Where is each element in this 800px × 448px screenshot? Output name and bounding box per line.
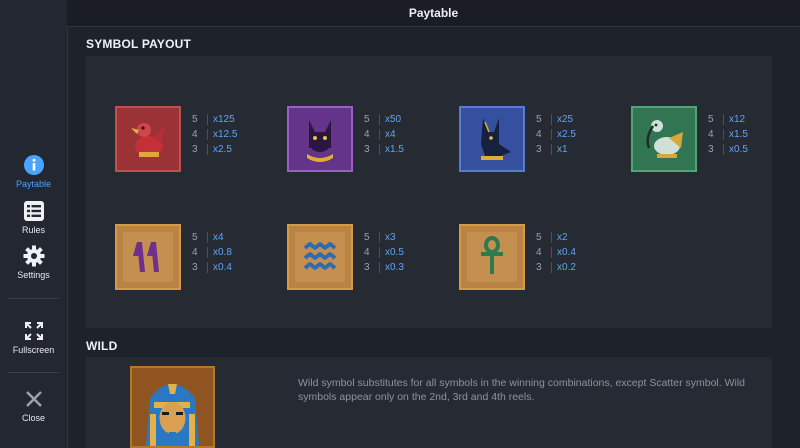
sidebar-item-rules[interactable]: Rules [0, 200, 67, 235]
close-icon [23, 388, 45, 410]
wild-description: Wild symbol substitutes for all symbols … [298, 377, 746, 403]
symbol-entry: 5 x12 4 x1.5 3 x0.5 [631, 106, 748, 172]
payout-list: 5 x50 4 x4 3 x1.5 [364, 112, 404, 157]
payout-row: 3 x0.3 [364, 262, 404, 273]
blue-anubis-symbol [459, 106, 525, 172]
page-title: Paytable [408, 6, 459, 20]
sidebar-item-settings[interactable]: Settings [0, 245, 67, 280]
sidebar-item-label: Fullscreen [12, 345, 55, 355]
payout-row: 5 x2 [536, 232, 568, 243]
sidebar-item-close[interactable]: Close [0, 388, 67, 423]
symbol-entry: 5 x3 4 x0.5 3 x0.3 [287, 224, 404, 290]
payout-list: 5 x2 4 x0.4 3 x0.2 [536, 230, 576, 275]
payout-row: 4 x0.4 [536, 247, 576, 258]
payout-row: 4 x2.5 [536, 129, 576, 140]
payout-row: 4 x0.8 [192, 247, 232, 258]
feather-glyph-symbol [115, 224, 181, 290]
red-falcon-symbol [115, 106, 181, 172]
payout-list: 5 x3 4 x0.5 3 x0.3 [364, 230, 404, 275]
sidebar-item-label: Settings [17, 270, 50, 280]
list-icon [23, 200, 45, 222]
symbol-entry: 5 x50 4 x4 3 x1.5 [287, 106, 404, 172]
sidebar: Paytable Rules Settings Fullscreen Close [0, 0, 68, 448]
sidebar-divider [8, 298, 59, 299]
payout-row: 5 x25 [536, 114, 574, 125]
sidebar-item-label: Paytable [15, 179, 52, 189]
sidebar-item-fullscreen[interactable]: Fullscreen [0, 320, 67, 355]
sidebar-divider [8, 372, 59, 373]
sidebar-item-label: Rules [21, 225, 45, 235]
payout-row: 5 x4 [192, 232, 224, 243]
payout-row: 4 x0.5 [364, 247, 404, 258]
section-title-symbol-payout: SYMBOL PAYOUT [86, 37, 192, 51]
header-bar: Paytable [67, 0, 800, 27]
payout-row: 5 x3 [364, 232, 396, 243]
water-glyph-symbol [287, 224, 353, 290]
payout-row: 5 x12 [708, 114, 746, 125]
payout-row: 4 x1.5 [708, 129, 748, 140]
payout-list: 5 x12 4 x1.5 3 x0.5 [708, 112, 748, 157]
symbol-entry: 5 x25 4 x2.5 3 x1 [459, 106, 576, 172]
payout-row: 3 x0.5 [708, 144, 748, 155]
payout-row: 3 x0.2 [536, 262, 576, 273]
purple-cat-symbol [287, 106, 353, 172]
symbol-entry: 5 x4 4 x0.8 3 x0.4 [115, 224, 232, 290]
payout-list: 5 x25 4 x2.5 3 x1 [536, 112, 576, 157]
payout-row: 3 x1 [536, 144, 568, 155]
payout-row: 4 x4 [364, 129, 396, 140]
symbol-entry: 5 x2 4 x0.4 3 x0.2 [459, 224, 576, 290]
payout-row: 4 x12.5 [192, 129, 238, 140]
section-title-wild: WILD [86, 339, 118, 353]
payout-row: 3 x2.5 [192, 144, 232, 155]
payout-row: 5 x50 [364, 114, 402, 125]
payout-list: 5 x4 4 x0.8 3 x0.4 [192, 230, 232, 275]
payout-list: 5 x125 4 x12.5 3 x2.5 [192, 112, 237, 157]
payout-row: 5 x125 [192, 114, 235, 125]
wild-pharaoh-symbol [130, 366, 215, 448]
ankh-glyph-symbol [459, 224, 525, 290]
symbol-entry: 5 x125 4 x12.5 3 x2.5 [115, 106, 237, 172]
gear-icon [23, 245, 45, 267]
green-ibis-symbol [631, 106, 697, 172]
sidebar-item-label: Close [21, 413, 45, 423]
fullscreen-icon [23, 320, 45, 342]
info-icon [23, 154, 45, 176]
payout-row: 3 x1.5 [364, 144, 404, 155]
sidebar-item-paytable[interactable]: Paytable [0, 154, 67, 189]
payout-row: 3 x0.4 [192, 262, 232, 273]
